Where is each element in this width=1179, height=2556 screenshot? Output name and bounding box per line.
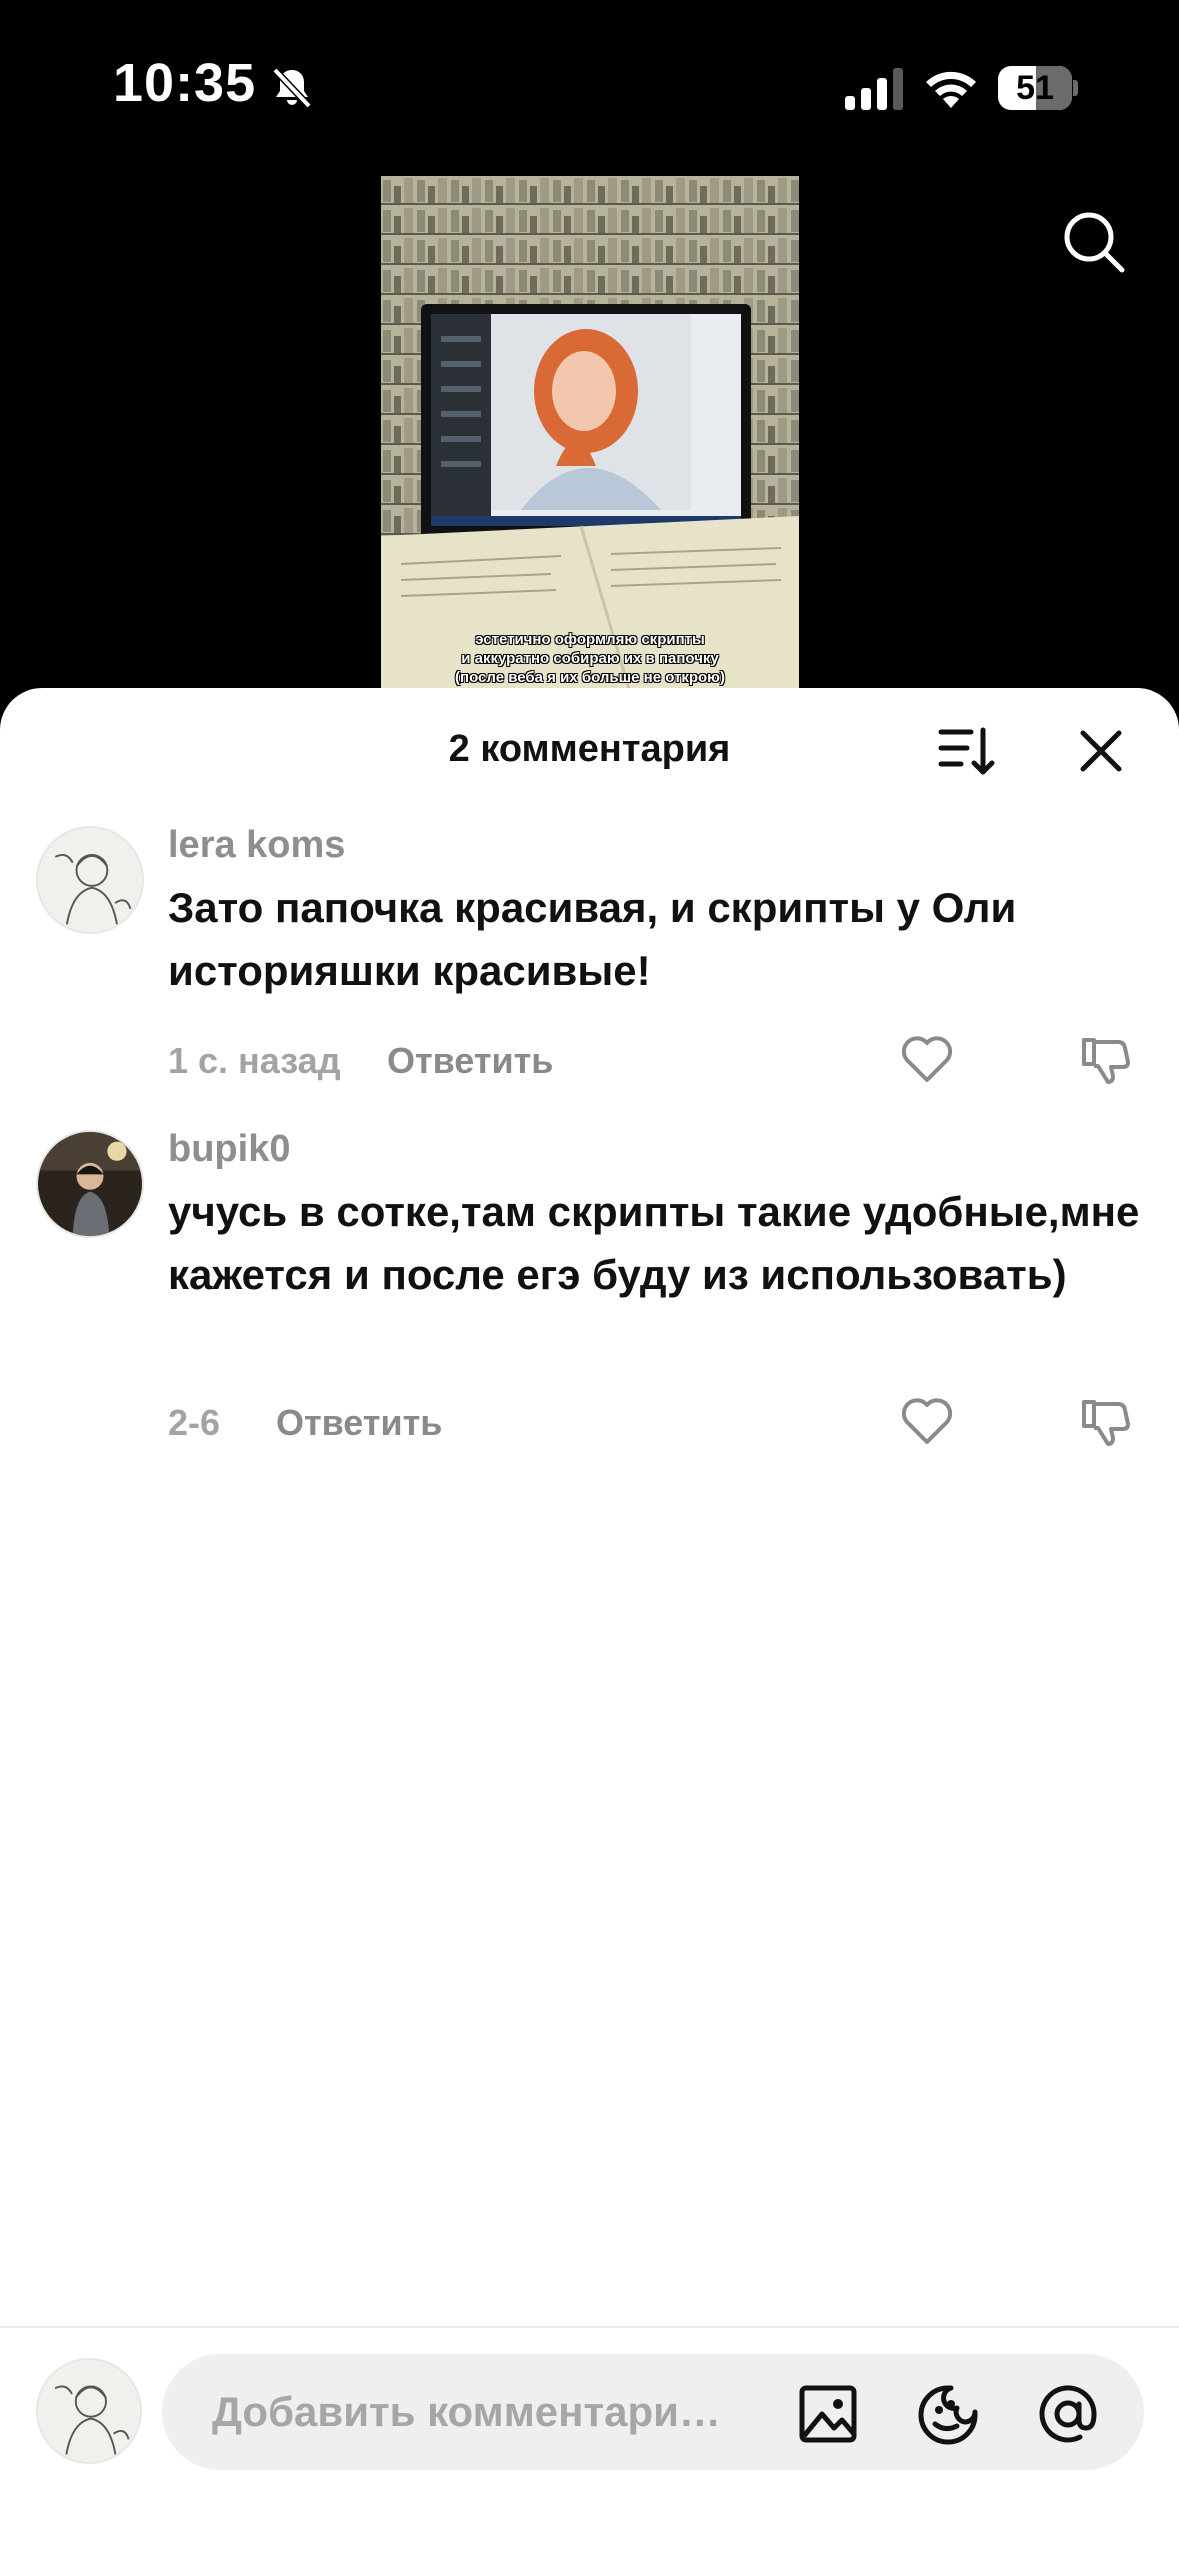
caption-line: эстетично оформляю скрипты — [475, 631, 705, 648]
heart-icon[interactable] — [900, 1396, 954, 1446]
reply-button[interactable]: Ответить — [276, 1402, 442, 1444]
comment-username[interactable]: lera koms — [168, 824, 345, 867]
video-scene — [381, 176, 799, 696]
bell-off-icon — [272, 67, 312, 109]
heart-icon[interactable] — [900, 1034, 954, 1084]
sort-icon[interactable] — [937, 724, 997, 778]
comment-username[interactable]: bupik0 — [168, 1128, 290, 1171]
comments-title: 2 комментария — [448, 728, 731, 770]
avatar[interactable] — [36, 1130, 144, 1238]
image-icon[interactable] — [798, 2384, 858, 2444]
comment-composer — [0, 2326, 1179, 2556]
battery-icon: 51 — [998, 66, 1078, 110]
dislike-icon[interactable] — [1080, 1034, 1132, 1086]
dislike-icon[interactable] — [1080, 1396, 1132, 1448]
status-bar: 10:35 51 — [0, 0, 1179, 170]
comments-sheet: 2 комментария lera koms Зато папочка кра… — [0, 688, 1179, 2556]
wifi-icon — [926, 71, 976, 108]
video-thumbnail[interactable]: эстетично оформляю скрипты и аккуратно с… — [381, 176, 799, 696]
avatar[interactable] — [36, 2358, 142, 2464]
caption-line: (после веба я их больше не открою) — [455, 669, 725, 686]
avatar[interactable] — [36, 826, 144, 934]
cellular-signal-icon — [845, 68, 903, 110]
caption-line: и аккуратно собираю их в папочку — [461, 650, 719, 667]
mention-icon[interactable] — [1036, 2382, 1100, 2446]
video-preview[interactable]: эстетично оформляю скрипты и аккуратно с… — [0, 170, 1179, 696]
video-caption: эстетично оформляю скрипты и аккуратно с… — [381, 630, 799, 687]
comment-input-container[interactable] — [162, 2354, 1144, 2470]
comment-text: Зато папочка красивая, и скрипты у Оли и… — [168, 884, 1017, 994]
comment-time: 2-6 — [168, 1402, 221, 1443]
status-time: 10:35 — [113, 53, 257, 113]
sticker-icon[interactable] — [917, 2384, 979, 2446]
comment-time: 1 с. назад — [168, 1040, 341, 1081]
close-icon[interactable] — [1078, 728, 1124, 774]
battery-level: 51 — [1016, 69, 1054, 107]
search-icon[interactable] — [1060, 208, 1128, 276]
reply-button[interactable]: Ответить — [387, 1040, 553, 1082]
comment-text: учусь в сотке,там скрипты такие удобные,… — [168, 1188, 1140, 1298]
